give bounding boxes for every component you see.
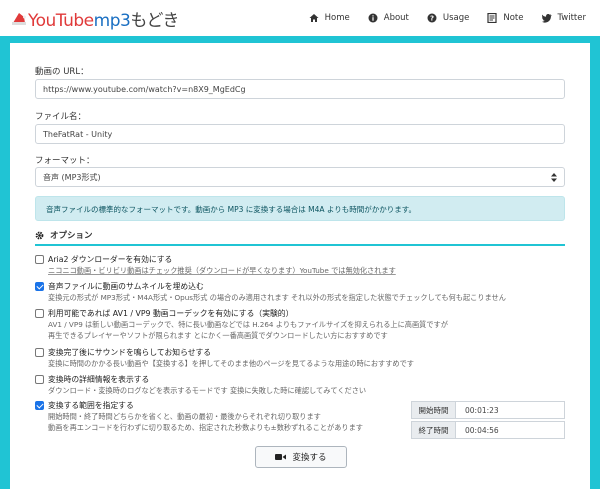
format-info-alert: 音声ファイルの標準的なフォーマットです。動画から MP3 に変換する場合は M4… bbox=[35, 196, 565, 221]
nav-menu: Home About ? Usage Note Twitter bbox=[309, 0, 586, 36]
site-title: YouTubemp3もどき bbox=[28, 6, 179, 31]
nav-about-label: About bbox=[383, 13, 409, 23]
format-select-value: 音声 (MP3形式) bbox=[43, 172, 101, 182]
start-time-label: 開始時間 bbox=[412, 402, 456, 418]
option-av1[interactable]: 利用可能であれば AV1 / VP9 動画コーデックを有効にする（実験的） AV… bbox=[35, 308, 565, 341]
option-sound-checkbox[interactable] bbox=[35, 348, 44, 357]
option-aria2-desc: ニコニコ動画・ビリビリ動画はチェック推奨（ダウンロードが早くなります）YouTu… bbox=[48, 266, 396, 275]
nav-note[interactable]: Note bbox=[487, 13, 524, 23]
svg-text:?: ? bbox=[430, 15, 434, 23]
option-thumbnail-desc: 変換元の形式が MP3形式・M4A形式・Opus形式 の場合のみ適用されます そ… bbox=[48, 293, 506, 302]
santa-hat-icon bbox=[12, 11, 26, 25]
option-thumbnail-checkbox[interactable] bbox=[35, 282, 44, 291]
option-aria2-checkbox[interactable] bbox=[35, 255, 44, 264]
note-icon bbox=[487, 13, 497, 23]
nav-twitter[interactable]: Twitter bbox=[541, 13, 587, 23]
option-av1-title: 利用可能であれば AV1 / VP9 動画コーデックを有効にする（実験的） bbox=[48, 309, 294, 318]
filename-label: ファイル名： bbox=[35, 112, 87, 122]
option-sound[interactable]: 変換完了後にサウンドを鳴らしてお知らせする 変換に時間のかかる長い動画や【変換す… bbox=[35, 347, 565, 369]
nav-usage-label: Usage bbox=[442, 13, 470, 23]
site-title-modoki: もどき bbox=[130, 10, 179, 31]
url-input[interactable]: https://www.youtube.com/watch?v=n8X9_MgE… bbox=[35, 79, 565, 99]
convert-button-label: 変換する bbox=[292, 453, 327, 463]
question-icon: ? bbox=[427, 13, 437, 23]
format-label: フォーマット： bbox=[35, 156, 95, 166]
site-title-mp3: mp3 bbox=[93, 10, 131, 31]
option-verbose-desc: ダウンロード・変換時のログなどを表示するモードです 変換に失敗した時に確認してみ… bbox=[48, 386, 367, 395]
start-time-group: 開始時間 00:01:23 bbox=[411, 401, 565, 419]
option-aria2-title: Aria2 ダウンローダーを有効にする bbox=[48, 255, 173, 264]
url-label: 動画の URL： bbox=[35, 67, 89, 77]
option-thumbnail[interactable]: 音声ファイルに動画のサムネイルを埋め込む 変換元の形式が MP3形式・M4A形式… bbox=[35, 281, 565, 303]
option-verbose-checkbox[interactable] bbox=[35, 375, 44, 384]
option-thumbnail-title: 音声ファイルに動画のサムネイルを埋め込む bbox=[48, 282, 204, 291]
end-time-label: 終了時間 bbox=[412, 422, 456, 438]
option-av1-desc-1: AV1 / VP9 は新しい動画コーデックで、特に長い動画などでは H.264 … bbox=[48, 320, 448, 329]
options-title: オプション bbox=[50, 231, 93, 241]
option-av1-checkbox[interactable] bbox=[35, 309, 44, 318]
select-arrows-icon bbox=[551, 172, 557, 182]
option-verbose-title: 変換時の詳細情報を表示する bbox=[48, 375, 150, 384]
nav-home-label: Home bbox=[324, 13, 350, 23]
info-icon bbox=[368, 13, 378, 23]
option-aria2[interactable]: Aria2 ダウンローダーを有効にする ニコニコ動画・ビリビリ動画はチェック推奨… bbox=[35, 254, 565, 276]
option-range-checkbox[interactable] bbox=[35, 401, 44, 410]
start-time-input[interactable]: 00:01:23 bbox=[456, 402, 564, 418]
home-icon bbox=[309, 14, 319, 22]
option-sound-title: 変換完了後にサウンドを鳴らしてお知らせする bbox=[48, 348, 212, 357]
format-select[interactable]: 音声 (MP3形式) bbox=[35, 167, 565, 187]
nav-home[interactable]: Home bbox=[309, 13, 350, 23]
gear-icon bbox=[35, 231, 44, 239]
nav-usage[interactable]: ? Usage bbox=[427, 13, 469, 23]
navbar: YouTubemp3もどき Home About ? Usage Note Tw… bbox=[0, 0, 600, 36]
option-av1-desc-2: 再生できるプレイヤーやソフトが限られます とにかく一番高画質でダウンロードしたい… bbox=[48, 331, 388, 340]
video-camera-icon bbox=[275, 454, 287, 460]
end-time-input[interactable]: 00:04:56 bbox=[456, 422, 564, 438]
convert-button[interactable]: 変換する bbox=[255, 446, 347, 468]
option-sound-desc: 変換に時間のかかる長い動画や【変換する】を押してそのまま他のページを見てるような… bbox=[48, 359, 414, 368]
options-header: オプション bbox=[35, 226, 565, 246]
option-verbose[interactable]: 変換時の詳細情報を表示する ダウンロード・変換時のログなどを表示するモードです … bbox=[35, 374, 565, 396]
nav-about[interactable]: About bbox=[368, 13, 409, 23]
nav-twitter-label: Twitter bbox=[557, 13, 587, 23]
filename-input[interactable]: TheFatRat - Unity bbox=[35, 124, 565, 144]
site-logo[interactable]: YouTubemp3もどき bbox=[12, 6, 179, 31]
end-time-group: 終了時間 00:04:56 bbox=[411, 421, 565, 439]
twitter-icon bbox=[541, 14, 551, 23]
site-title-youtube: YouTube bbox=[28, 10, 94, 31]
nav-note-label: Note bbox=[503, 13, 524, 23]
